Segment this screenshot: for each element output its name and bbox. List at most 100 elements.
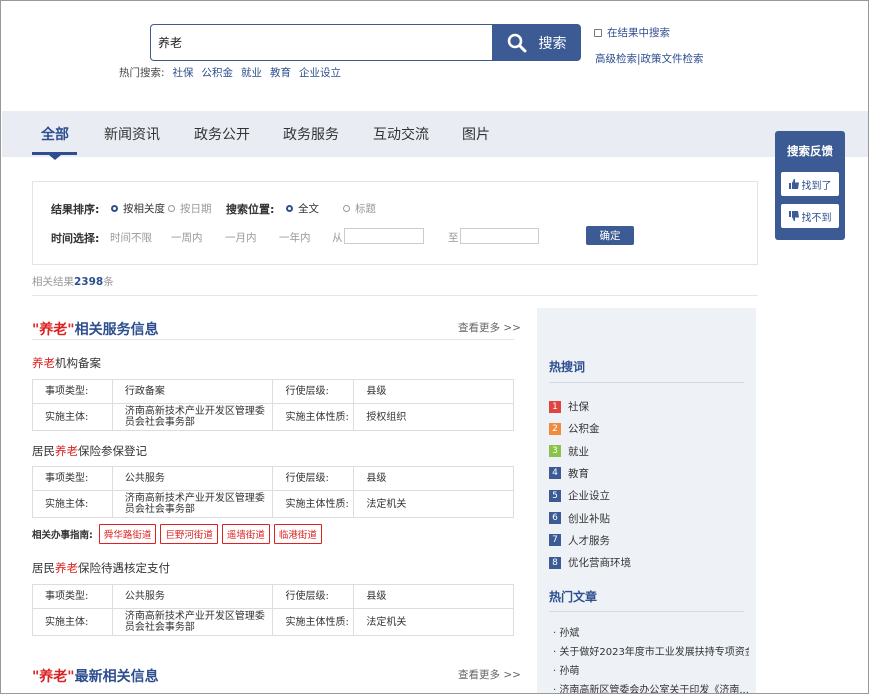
- hot-word-item[interactable]: 1 社保: [549, 399, 589, 414]
- hot-word-item[interactable]: 3 就业: [549, 444, 589, 459]
- hot-word-label: 优化营商环境: [568, 557, 631, 570]
- service-item-title[interactable]: 居民养老保险参保登记: [32, 443, 147, 459]
- sort-relevance-label: 按相关度: [123, 203, 165, 215]
- hot-search-link[interactable]: 就业: [241, 65, 262, 80]
- hot-word-label: 企业设立: [568, 490, 610, 503]
- service-section-title: "养老"相关服务信息: [32, 319, 159, 339]
- service-item-title[interactable]: 养老机构备案: [32, 355, 101, 371]
- search-in-result[interactable]: 在结果中搜索: [594, 25, 670, 40]
- latest-more-link[interactable]: 查看更多 >>: [458, 667, 521, 682]
- time-month-option[interactable]: 一月内: [225, 230, 257, 245]
- rank-number: 6: [549, 512, 561, 524]
- result-count-prefix: 相关结果: [32, 276, 74, 288]
- hot-word-label: 教育: [568, 467, 589, 480]
- hot-word-item[interactable]: 6 创业补贴: [549, 511, 610, 526]
- search-in-result-label: 在结果中搜索: [607, 27, 670, 39]
- hot-article-title: 关于做好2023年度市工业发展扶持专项资金...: [559, 647, 749, 658]
- time-year-option[interactable]: 一年内: [279, 230, 311, 245]
- type-label: 事项类型:: [32, 584, 113, 609]
- level-value: 县级: [353, 584, 514, 609]
- hot-article-title: 济南高新区管委会办公室关于印发《济南...: [559, 685, 749, 694]
- service-info-table: 事项类型: 公共服务 行使层级: 县级 实施主体: 济南高新技术产业开发区管理委员会社会…: [32, 466, 514, 518]
- guide-tag[interactable]: 巨野河街道: [160, 524, 218, 544]
- level-value: 县级: [353, 466, 514, 491]
- hot-word-item[interactable]: 7 人才服务: [549, 533, 610, 548]
- table-row: 实施主体: 济南高新技术产业开发区管理委员会社会事务部 实施主体性质: 授权组织: [32, 403, 514, 431]
- table-row: 事项类型: 公共服务 行使层级: 县级: [32, 584, 514, 609]
- tab-interaction[interactable]: 互动交流: [373, 124, 429, 144]
- hot-article-item[interactable]: · 济南高新区管委会办公室关于印发《济南...: [553, 681, 749, 694]
- time-label: 时间选择:: [51, 232, 100, 245]
- sort-relevance-option[interactable]: 按相关度: [111, 201, 165, 216]
- policy-search-link[interactable]: 政策文件检索: [641, 53, 704, 65]
- type-label: 事项类型:: [32, 379, 113, 404]
- not-found-button[interactable]: 找不到: [781, 204, 839, 228]
- type-value: 公共服务: [111, 584, 274, 609]
- feedback-panel: 搜索反馈 找到了 找不到: [775, 131, 845, 240]
- subject-value: 济南高新技术产业开发区管理委员会社会事务部: [111, 403, 274, 431]
- title-suffix: 保险参保登记: [78, 444, 147, 458]
- advanced-search-link[interactable]: 高级检索: [595, 53, 637, 65]
- guide-tag[interactable]: 遥墙街道: [221, 524, 270, 544]
- date-to-input[interactable]: [460, 228, 539, 244]
- guide-tag[interactable]: 临港街道: [273, 524, 322, 544]
- search-icon: [507, 33, 526, 52]
- hot-word-label: 公积金: [568, 423, 600, 436]
- filter-panel: [32, 181, 758, 265]
- search-box[interactable]: [150, 24, 493, 61]
- table-row: 实施主体: 济南高新技术产业开发区管理委员会社会事务部 实施主体性质: 法定机关: [32, 490, 514, 518]
- type-value: 行政备案: [111, 379, 274, 404]
- hot-search-link[interactable]: 教育: [270, 65, 291, 80]
- table-row: 实施主体: 济南高新技术产业开发区管理委员会社会事务部 实施主体性质: 法定机关: [32, 608, 514, 636]
- sort-label: 结果排序:: [51, 203, 100, 216]
- hot-word-item[interactable]: 5 企业设立: [549, 488, 610, 503]
- sort-date-label: 按日期: [180, 203, 212, 215]
- divider: [32, 295, 758, 296]
- found-button[interactable]: 找到了: [781, 172, 839, 196]
- section-title-text: 相关服务信息: [74, 322, 159, 338]
- hot-word-item[interactable]: 8 优化营商环境: [549, 555, 631, 570]
- nature-label: 实施主体性质:: [272, 490, 355, 518]
- date-from-input[interactable]: [344, 228, 424, 244]
- confirm-button[interactable]: 确定: [586, 226, 634, 245]
- subject-value: 济南高新技术产业开发区管理委员会社会事务部: [111, 608, 274, 636]
- level-value: 县级: [353, 379, 514, 404]
- position-title-option[interactable]: 标题: [343, 201, 376, 216]
- found-label: 找到了: [801, 180, 832, 192]
- rank-number: 3: [549, 445, 561, 458]
- hot-article-item[interactable]: · 孙萌: [553, 662, 749, 677]
- guide-tag[interactable]: 舜华路街道: [98, 524, 157, 544]
- sort-date-option[interactable]: 按日期: [168, 201, 212, 216]
- service-item-title[interactable]: 居民养老保险待遇核定支付: [32, 560, 170, 576]
- search-in-result-checkbox[interactable]: [594, 28, 602, 37]
- time-week-option[interactable]: 一周内: [171, 230, 203, 245]
- rank-number: 1: [549, 400, 561, 413]
- tab-gov-public[interactable]: 政务公开: [194, 124, 250, 144]
- hot-search-label: 热门搜索:: [119, 67, 165, 79]
- hot-search-link[interactable]: 公积金: [202, 65, 234, 80]
- radio-icon: [343, 205, 350, 212]
- hot-search-link[interactable]: 企业设立: [299, 65, 341, 80]
- service-more-link[interactable]: 查看更多 >>: [458, 320, 521, 335]
- search-button[interactable]: 搜索: [492, 24, 581, 61]
- tab-images[interactable]: 图片: [462, 124, 490, 144]
- level-label: 行使层级:: [272, 379, 355, 404]
- hot-article-item[interactable]: · 孙斌: [553, 624, 749, 639]
- result-count-suffix: 条: [103, 276, 114, 288]
- tab-all[interactable]: 全部: [41, 124, 69, 144]
- search-input[interactable]: [151, 25, 493, 60]
- result-count: 相关结果2398条: [32, 274, 114, 289]
- hot-word-item[interactable]: 2 公积金: [549, 421, 600, 436]
- position-fulltext-option[interactable]: 全文: [286, 201, 319, 216]
- time-any-option[interactable]: 时间不限: [110, 230, 152, 245]
- related-guide: 相关办事指南: 舜华路街道 巨野河街道 遥墙街道 临港街道: [32, 524, 322, 544]
- tab-news[interactable]: 新闻资讯: [104, 124, 160, 144]
- hot-search-link[interactable]: 社保: [173, 65, 194, 80]
- level-label: 行使层级:: [272, 466, 355, 491]
- hot-article-item[interactable]: · 关于做好2023年度市工业发展扶持专项资金...: [553, 643, 749, 658]
- position-title-label: 标题: [355, 203, 376, 215]
- hot-word-item[interactable]: 4 教育: [549, 466, 589, 481]
- tab-gov-service[interactable]: 政务服务: [283, 124, 339, 144]
- type-label: 事项类型:: [32, 466, 113, 491]
- section-keyword: "养老": [32, 322, 75, 338]
